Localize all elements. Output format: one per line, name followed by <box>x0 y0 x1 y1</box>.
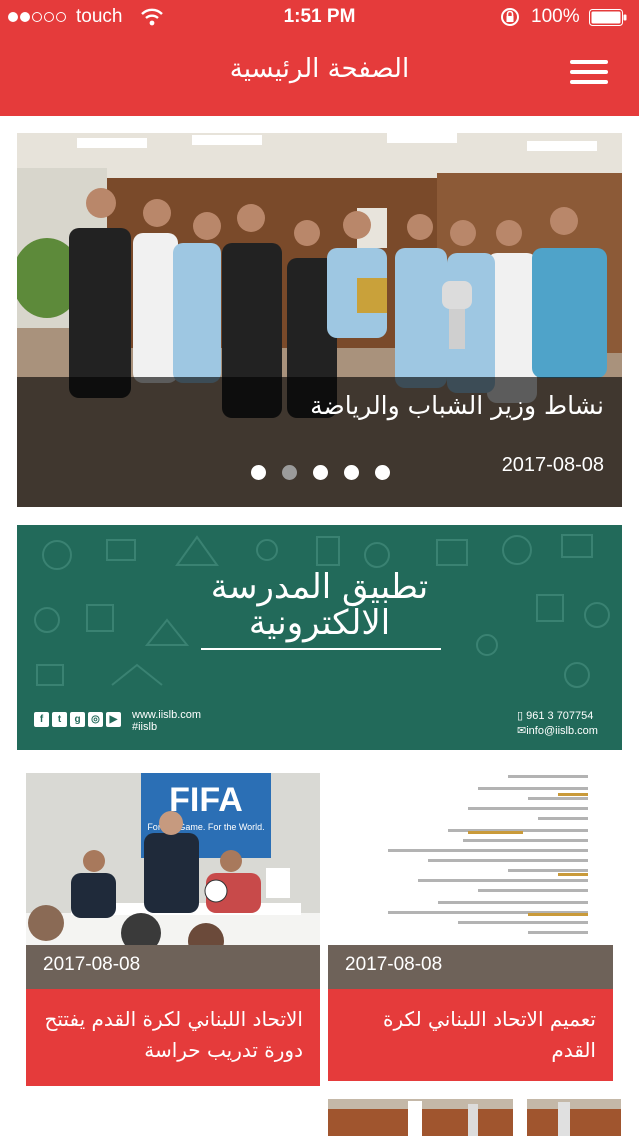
hamburger-menu-icon[interactable] <box>570 60 608 88</box>
hero-title[interactable]: نشاط وزير الشباب والرياضة <box>310 391 604 420</box>
slide-pager <box>251 465 390 480</box>
website-url[interactable]: www.iislb.com <box>132 709 201 721</box>
phone-icon: ▯ <box>517 710 527 722</box>
mail-icon: ✉ <box>517 725 527 737</box>
status-bar: touch 1:51 PM 100% <box>0 0 639 36</box>
news-card[interactable]: FIFA For the Game. For the World. 2017-0… <box>26 773 320 1086</box>
facebook-icon[interactable]: f <box>34 712 49 727</box>
banner-title-line1: تطبيق المدرسة <box>210 567 429 607</box>
email-address: info@iislb.com <box>526 725 598 737</box>
youtube-icon[interactable]: ▶ <box>106 712 121 727</box>
banner-divider <box>201 648 441 650</box>
banner-title: تطبيق المدرسة الالكترونية <box>17 569 622 641</box>
twitter-icon[interactable]: t <box>52 712 67 727</box>
news-image-partial <box>328 1099 621 1136</box>
news-card-partial[interactable] <box>328 1099 621 1136</box>
news-title[interactable]: تعميم الاتحاد اللبناني لكرة القدم <box>328 989 613 1081</box>
news-image: FIFA For the Game. For the World. <box>26 773 320 945</box>
banner-contact: ▯ 961 3 707754 ✉info@iislb.com <box>517 709 598 739</box>
page-title: الصفحة الرئيسية <box>229 54 410 84</box>
app-header: touch 1:51 PM 100% الصفحة الرئيسية <box>0 0 639 116</box>
slide-dot[interactable] <box>375 465 390 480</box>
slide-dot[interactable] <box>344 465 359 480</box>
instagram-icon[interactable]: ◎ <box>88 712 103 727</box>
hero-slider[interactable]: نشاط وزير الشباب والرياضة 2017-08-08 <box>17 133 622 507</box>
phone-number: 961 3 707754 <box>526 710 594 722</box>
news-date: 2017-08-08 <box>328 945 613 989</box>
hero-date: 2017-08-08 <box>501 454 604 476</box>
news-document-image <box>328 773 613 945</box>
google-plus-icon[interactable]: g <box>70 712 85 727</box>
fifa-banner-text: FIFA <box>169 781 243 819</box>
banner-website: www.iislb.com #iislb <box>132 709 201 733</box>
news-title[interactable]: الاتحاد اللبناني لكرة القدم يفتتح دورة ت… <box>26 989 320 1086</box>
battery-icon <box>589 9 627 26</box>
slide-dot[interactable] <box>251 465 266 480</box>
slide-dot[interactable] <box>313 465 328 480</box>
hashtag: #iislb <box>132 721 158 733</box>
battery-percent: 100% <box>531 6 580 27</box>
social-icons: f t g ◎ ▶ <box>34 712 121 727</box>
e-school-app-banner[interactable]: تطبيق المدرسة الالكترونية f t g ◎ ▶ www.… <box>17 525 622 750</box>
news-card[interactable]: 2017-08-08 تعميم الاتحاد اللبناني لكرة ا… <box>328 773 613 1081</box>
banner-title-line2: الالكترونية <box>248 603 391 643</box>
news-date: 2017-08-08 <box>26 945 320 989</box>
rotation-lock-icon <box>501 8 519 26</box>
slide-dot-active[interactable] <box>282 465 297 480</box>
